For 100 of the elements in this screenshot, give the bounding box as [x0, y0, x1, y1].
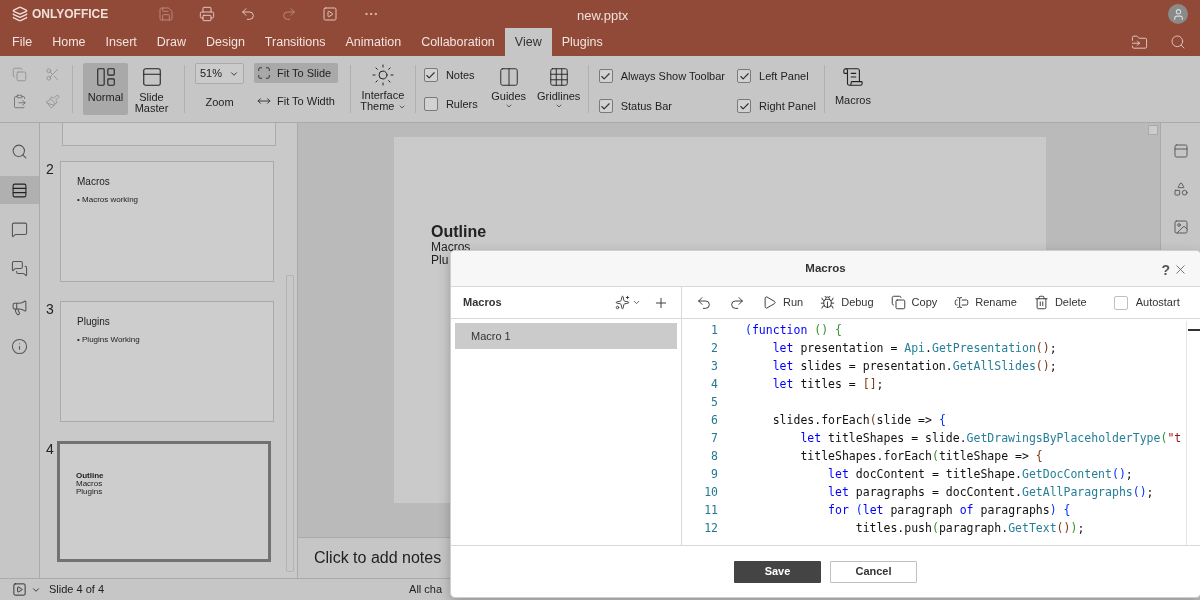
toolbar-button[interactable]: Rename	[954, 294, 1017, 311]
thumbnail-text: Plugins	[76, 488, 104, 496]
close-icon	[1173, 262, 1188, 277]
checkbox-label: Always Show Toolbar	[620, 68, 726, 84]
toolbar-button[interactable]: Copy	[890, 294, 938, 311]
checkbox[interactable]	[598, 69, 613, 83]
menu-tab[interactable]: Animation	[335, 28, 412, 56]
toolbar-button[interactable]: Delete	[1033, 294, 1087, 311]
checkbox[interactable]	[598, 99, 613, 113]
fit-button[interactable]: Fit To Width	[254, 91, 338, 111]
ai-button[interactable]	[615, 295, 641, 310]
panel-button[interactable]	[1172, 219, 1189, 235]
checkbox[interactable]	[737, 99, 752, 113]
slide-settings-icon	[1172, 143, 1189, 159]
sparkle-icon	[615, 295, 630, 310]
person-icon	[1171, 7, 1185, 21]
view-mode-button[interactable]: Normal	[83, 63, 128, 115]
line-number: 6	[710, 412, 719, 429]
slideshow-icon[interactable]	[12, 582, 27, 597]
interface-theme-button[interactable]: Interface Theme	[354, 63, 411, 115]
menu-tab[interactable]: Draw	[146, 28, 196, 56]
checkbox-label: Right Panel	[759, 98, 816, 114]
menu-tab[interactable]: Home	[42, 28, 96, 56]
line-number: 10	[703, 484, 719, 501]
line-number: 11	[703, 502, 719, 519]
line-number: 2	[710, 340, 719, 357]
zoom-dropdown[interactable]: 51%	[195, 63, 244, 84]
checkbox-label: Status Bar	[620, 98, 673, 114]
line-number: 4	[710, 376, 719, 393]
checkbox[interactable]	[1113, 295, 1128, 310]
logo-icon	[12, 6, 28, 22]
undo-icon[interactable]	[240, 6, 257, 22]
menu-tab[interactable]: File	[2, 28, 43, 56]
slide-master-icon	[140, 66, 163, 88]
checkbox-label: Autostart	[1135, 295, 1180, 311]
check-icon	[600, 100, 612, 112]
menu-tab[interactable]: Transitions	[254, 28, 336, 56]
macros-button[interactable]: Macros	[828, 63, 877, 115]
thumbnail-text: Outline	[76, 472, 105, 480]
search-icon[interactable]	[1170, 34, 1186, 50]
grid-button[interactable]: Guides	[483, 63, 534, 115]
image-icon	[1172, 219, 1189, 235]
macro-item[interactable]: Macro 1	[455, 323, 677, 349]
dialog-title: Macros	[805, 260, 846, 276]
help-button[interactable]: ?	[1161, 260, 1170, 281]
cancel-button[interactable]: Cancel	[830, 560, 917, 583]
save-button[interactable]: Save	[734, 560, 821, 583]
menu-tab[interactable]: View	[504, 28, 552, 56]
app-logo: ONLYOFFICE	[32, 6, 109, 23]
sun-icon	[370, 63, 395, 87]
line-number: 1	[710, 322, 719, 339]
line-number: 5	[710, 394, 719, 411]
check-icon	[425, 69, 437, 81]
menu-tab[interactable]: Design	[195, 28, 255, 56]
slide-thumbnail[interactable]: Outline Macros Plugins	[57, 441, 271, 562]
guides-icon	[497, 66, 520, 88]
zoom-label: Zoom	[205, 95, 234, 110]
panel-button[interactable]	[1172, 181, 1189, 197]
avatar[interactable]	[1168, 4, 1188, 24]
redo-icon[interactable]	[729, 294, 745, 311]
shapes-icon	[1172, 181, 1189, 197]
checkbox-label: Rulers	[445, 96, 478, 112]
chat-icon	[11, 259, 28, 277]
file-name: new.pptx	[577, 7, 629, 25]
paste-icon[interactable]	[12, 94, 27, 109]
line-number: 12	[703, 520, 719, 537]
thumbnail-title: Plugins	[77, 315, 111, 329]
chevron-icon	[504, 102, 513, 110]
slideshow-icon[interactable]	[322, 6, 339, 22]
toolbar-button[interactable]: Run	[762, 294, 804, 311]
checkbox[interactable]	[737, 69, 752, 83]
toolbar-button[interactable]: Debug	[820, 294, 874, 311]
slide-thumbnail[interactable]: Plugins • Plugins Working	[60, 301, 274, 422]
grid-button[interactable]: Gridlines	[533, 63, 584, 115]
scrollbar[interactable]	[1148, 125, 1158, 135]
view-mode-button[interactable]: Slide Master	[129, 63, 174, 115]
code-line: let paragraphs = docContent.GetAllParagraphs();	[827, 485, 1154, 499]
megaphone-icon	[11, 298, 28, 316]
list-title: Macros	[463, 295, 502, 311]
fit-button[interactable]: Fit To Slide	[254, 63, 338, 83]
close-button[interactable]	[1173, 262, 1188, 277]
slides-icon	[11, 181, 28, 199]
sidebar-button[interactable]	[0, 176, 39, 204]
open-location-icon[interactable]	[1131, 33, 1148, 51]
checkbox[interactable]	[423, 96, 438, 111]
info-icon	[11, 337, 28, 355]
code-line: let docContent = titleShape.GetDocContent();	[827, 467, 1133, 481]
panel-button[interactable]	[1172, 143, 1189, 159]
checkbox[interactable]	[423, 68, 438, 83]
bug-icon	[820, 295, 836, 310]
thumbnail-bullet: • Plugins Working	[77, 334, 141, 346]
undo-icon[interactable]	[696, 294, 712, 311]
line-number: 7	[710, 430, 719, 447]
menu-tab[interactable]: Collaboration	[411, 28, 505, 56]
menu-tab[interactable]: Insert	[95, 28, 147, 56]
menu-tab[interactable]: Plugins	[551, 28, 613, 56]
checkbox-label: Notes	[445, 68, 475, 83]
chevron-icon	[554, 102, 563, 110]
slide-thumbnail[interactable]: Macros • Macros working	[60, 161, 274, 282]
print-icon[interactable]	[199, 6, 216, 22]
